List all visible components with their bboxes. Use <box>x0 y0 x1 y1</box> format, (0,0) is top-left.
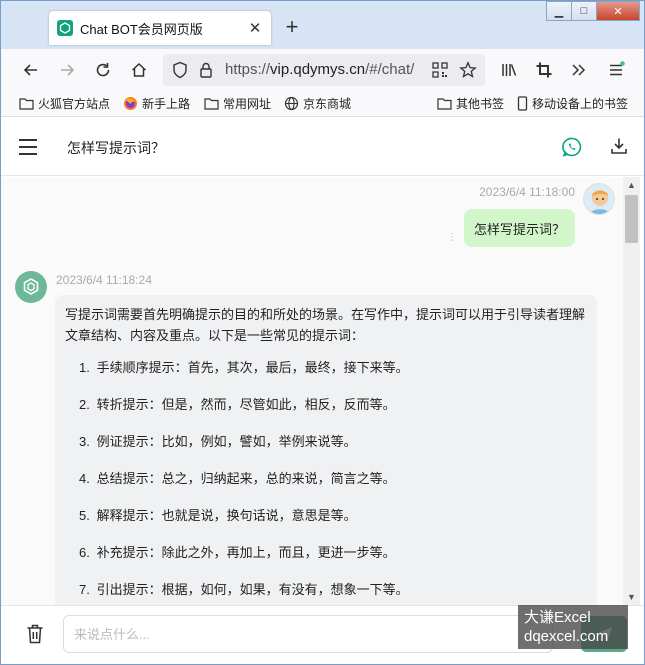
bookmark-label: 火狐官方站点 <box>38 97 111 111</box>
list-item: 5. 解释提示：也就是说，换句话说，意思是等。 <box>79 505 587 526</box>
home-icon[interactable] <box>128 59 150 81</box>
list-item-text: 手续顺序提示：首先，其次，最后，最终，接下来等。 <box>96 360 409 375</box>
whatsapp-share-icon[interactable] <box>561 136 583 158</box>
bookmark-label: 其他书签 <box>456 97 505 111</box>
url-path: /#/chat/ <box>365 61 415 78</box>
list-item-number: 1. <box>79 360 90 375</box>
bookmark-label: 新手上路 <box>142 97 191 111</box>
list-item: 7. 引出提示：根据，如何，如果，有没有，想象一下等。 <box>79 579 587 600</box>
list-item-text: 引出提示：根据，如何，如果，有没有，想象一下等。 <box>96 582 409 597</box>
user-message-time: 2023/6/4 11:18:00 <box>479 185 575 199</box>
folder-icon <box>204 97 219 110</box>
list-item-number: 6. <box>79 545 90 560</box>
forward-icon[interactable] <box>56 59 78 81</box>
maximize-button[interactable]: □ <box>571 1 597 21</box>
message-input-box[interactable] <box>63 615 553 653</box>
bot-message-list: 1. 手续顺序提示：首先，其次，最后，最终，接下来等。 2. 转折提示：但是，然… <box>65 357 587 600</box>
bookmark-jd-mall[interactable]: 京东商城 <box>284 95 351 112</box>
firefox-icon <box>123 96 138 111</box>
list-item-text: 例证提示：比如，例如，譬如，举例来说等。 <box>96 434 357 449</box>
watermark: 大谦Excel dqexcel.com <box>518 605 628 649</box>
tab-close-icon[interactable]: ✕ <box>247 19 263 37</box>
list-item: 4. 总结提示：总之，归纳起来，总的来说，简言之等。 <box>79 468 587 489</box>
qr-code-icon[interactable] <box>429 59 451 81</box>
scroll-up-arrow-icon[interactable]: ▲ <box>623 177 640 193</box>
download-icon[interactable] <box>609 136 631 158</box>
list-item: 6. 补充提示：除此之外，再加上，而且，更进一步等。 <box>79 542 587 563</box>
list-item-text: 转折提示：但是，然而，尽管如此，相反，反而等。 <box>96 397 396 412</box>
bookmark-label: 常用网址 <box>223 97 272 111</box>
list-item-text: 补充提示：除此之外，再加上，而且，更进一步等。 <box>96 545 396 560</box>
scrollbar-thumb[interactable] <box>625 195 638 243</box>
library-icon[interactable] <box>498 59 520 81</box>
watermark-line1: 大谦Excel <box>524 609 591 626</box>
list-item: 3. 例证提示：比如，例如，譬如，举例来说等。 <box>79 431 587 452</box>
bot-avatar-icon <box>15 271 47 303</box>
hamburger-menu-icon[interactable] <box>19 139 37 155</box>
bot-message-intro: 写提示词需要首先明确提示的目的和所处的场景。在写作中，提示词可以用于引导读者理解… <box>65 307 586 343</box>
new-tab-button[interactable]: + <box>281 14 303 40</box>
tab-chat-bot[interactable]: Chat BOT会员网页版 ✕ <box>49 11 271 45</box>
list-item-number: 5. <box>79 508 90 523</box>
scroll-down-arrow-icon[interactable]: ▼ <box>623 589 640 605</box>
window-controls: ▁ □ ✕ <box>546 1 640 21</box>
url-scheme: https:// <box>225 61 271 78</box>
bot-message-time: 2023/6/4 11:18:24 <box>56 273 152 287</box>
bookmark-label: 京东商城 <box>303 97 352 111</box>
trash-icon[interactable] <box>25 623 45 645</box>
list-item: 1. 手续顺序提示：首先，其次，最后，最终，接下来等。 <box>79 357 587 378</box>
chat-scrollbar[interactable]: ▲ ▼ <box>623 177 640 605</box>
chat-bot-favicon-icon <box>57 20 73 36</box>
chat-header: 怎样写提示词？ <box>1 118 644 176</box>
mobile-icon <box>517 96 528 111</box>
watermark-line2: dqexcel.com <box>524 628 609 645</box>
bookmark-other[interactable]: 其他书签 <box>437 95 504 112</box>
app-menu-icon[interactable] <box>605 59 627 81</box>
chat-title: 怎样写提示词？ <box>67 140 165 156</box>
lock-icon[interactable] <box>195 59 217 81</box>
list-item-number: 4. <box>79 471 90 486</box>
bookmark-firefox-official[interactable]: 火狐官方站点 <box>19 95 110 112</box>
list-item-text: 总结提示：总之，归纳起来，总的来说，简言之等。 <box>96 471 396 486</box>
bookmark-common-sites[interactable]: 常用网址 <box>204 95 271 112</box>
bookmark-mobile[interactable]: 移动设备上的书签 <box>517 95 628 112</box>
overflow-chevrons-icon[interactable] <box>568 59 590 81</box>
list-item-number: 2. <box>79 397 90 412</box>
shield-icon[interactable] <box>169 59 191 81</box>
star-icon[interactable] <box>457 59 479 81</box>
screenshot-crop-icon[interactable] <box>533 59 555 81</box>
bookmark-label: 移动设备上的书签 <box>532 97 629 111</box>
list-item-text: 解释提示：也就是说，换句话说，意思是等。 <box>96 508 357 523</box>
bot-message-bubble: 写提示词需要首先明确提示的目的和所处的场景。在写作中，提示词可以用于引导读者理解… <box>55 295 597 605</box>
bookmark-getting-started[interactable]: 新手上路 <box>123 95 190 112</box>
url-host: vip.qdymys.cn <box>270 61 366 78</box>
navigation-toolbar: https://vip.qdymys.cn/#/chat/ <box>1 49 644 91</box>
message-actions-dots-icon[interactable]: ⋮ <box>447 232 457 243</box>
browser-window: Chat BOT会员网页版 ✕ + ▁ □ ✕ https://vip.qdym… <box>0 0 645 665</box>
tab-title: Chat BOT会员网页版 <box>80 21 203 37</box>
list-item-number: 3. <box>79 434 90 449</box>
folder-icon <box>19 97 34 110</box>
list-item: 2. 转折提示：但是，然而，尽管如此，相反，反而等。 <box>79 394 587 415</box>
list-item-number: 7. <box>79 582 90 597</box>
globe-icon <box>284 96 299 111</box>
message-input[interactable] <box>64 616 552 652</box>
minimize-button[interactable]: ▁ <box>546 1 572 21</box>
folder-icon <box>437 97 452 110</box>
tab-strip: Chat BOT会员网页版 ✕ + ▁ □ ✕ <box>1 1 644 49</box>
url-text[interactable]: https://vip.qdymys.cn/#/chat/ <box>225 61 425 78</box>
chat-messages: 2023/6/4 11:18:00 怎样写提示词？ ⋮ 2023/6/4 11:… <box>1 177 623 605</box>
user-avatar <box>583 183 615 215</box>
bookmarks-toolbar: 火狐官方站点 新手上路 常用网址 京东商城 其他书签 移动设备上的书签 <box>1 91 644 117</box>
url-bar[interactable]: https://vip.qdymys.cn/#/chat/ <box>163 54 485 86</box>
back-icon[interactable] <box>20 59 42 81</box>
user-message-bubble: 怎样写提示词？ <box>463 209 575 247</box>
reload-icon[interactable] <box>92 59 114 81</box>
close-window-button[interactable]: ✕ <box>596 1 640 21</box>
